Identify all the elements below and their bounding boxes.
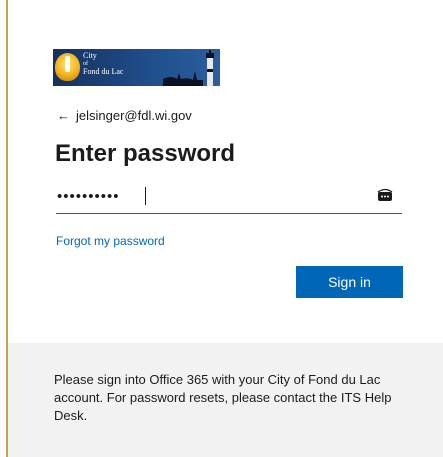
lighthouse-silhouette-icon	[163, 50, 214, 86]
text-caret	[145, 187, 146, 205]
sign-in-page: City of Fond du Lac ← jelsinger@fdl.wi.g…	[0, 0, 443, 457]
footer-message: Please sign into Office 365 with your Ci…	[54, 372, 392, 423]
sign-in-button[interactable]: Sign in	[296, 266, 403, 298]
city-logo: City of Fond du Lac	[53, 49, 220, 86]
page-title: Enter password	[55, 140, 236, 167]
back-arrow-icon[interactable]: ←	[57, 108, 70, 123]
footer-panel: Please sign into Office 365 with your Ci…	[8, 343, 443, 457]
password-masked-value: ••••••••••	[57, 188, 120, 205]
forgot-password-link[interactable]: Forgot my password	[56, 234, 165, 248]
logo-wordmark: City of Fond du Lac	[83, 51, 124, 76]
show-password-icon[interactable]	[376, 188, 394, 202]
city-seal-icon	[55, 53, 80, 81]
account-email: jelsinger@fdl.wi.gov	[76, 108, 192, 123]
account-identity-row[interactable]: ← jelsinger@fdl.wi.gov	[57, 108, 192, 123]
password-field[interactable]: ••••••••••	[56, 182, 402, 214]
